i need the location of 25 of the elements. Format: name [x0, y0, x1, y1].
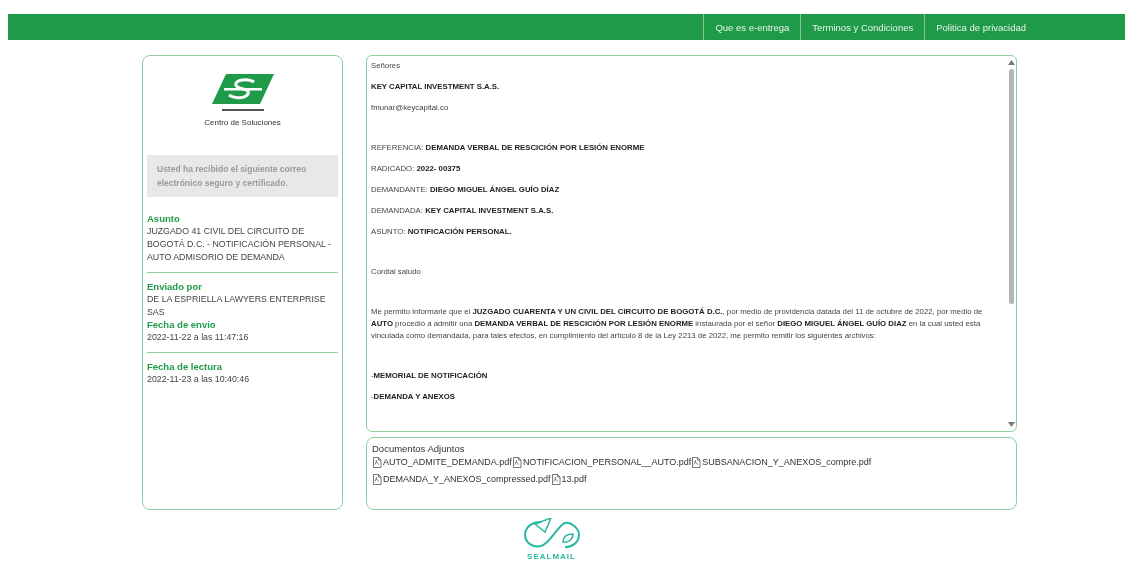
notice-message: Usted ha recibido el siguiente correo electrónico seguro y certificado.: [147, 155, 338, 197]
field-label: Fecha de envio: [147, 319, 217, 331]
attachment-link[interactable]: NOTIFICACION_PERSONAL__AUTO.pdf: [511, 456, 692, 469]
attachments-title: Documentos Adjuntos: [372, 443, 466, 455]
pdf-file-icon: [372, 474, 382, 485]
pdf-file-icon: [691, 457, 702, 468]
attachment-link[interactable]: DEMANDA_Y_ANEXOS_compressed.pdf: [372, 473, 551, 486]
logo-text: SEALMAIL: [527, 552, 576, 561]
field-value: JUZGADO 41 CIVIL DEL CIRCUITO DE BOGOTÁ D.C. - NOTIFICACIÓN PERSONAL - AUTO ADMISORIO DE DEMANDA: [147, 225, 332, 264]
field-value: DE LA ESPRIELLA LAWYERS ENTERPRISE SAS: [147, 293, 327, 319]
pdf-file-icon: [511, 457, 522, 468]
scroll-down-arrow-icon[interactable]: [1007, 422, 1015, 427]
field-label: Enviado por: [147, 281, 203, 293]
logo-caption: Centro de Soluciones: [204, 118, 281, 127]
field-value: 2022-11-23 a las 10:40:46: [147, 373, 251, 386]
field-label: Fecha de lectura: [147, 361, 223, 373]
attachment-link[interactable]: SUBSANACION_Y_ANEXOS_compre.pdf: [691, 456, 872, 469]
pdf-file-icon: [550, 474, 561, 485]
field-label: Asunto: [147, 213, 181, 225]
company-logo-icon: [211, 74, 274, 114]
attachment-link[interactable]: 13.pdf: [550, 473, 587, 486]
attachment-link[interactable]: AUTO_ADMITE_DEMANDA.pdf: [372, 456, 512, 469]
field-value: 2022-11-22 a las 11:47:16: [147, 331, 250, 344]
pdf-file-icon: [372, 457, 382, 468]
scroll-up-arrow-icon[interactable]: [1007, 60, 1015, 65]
